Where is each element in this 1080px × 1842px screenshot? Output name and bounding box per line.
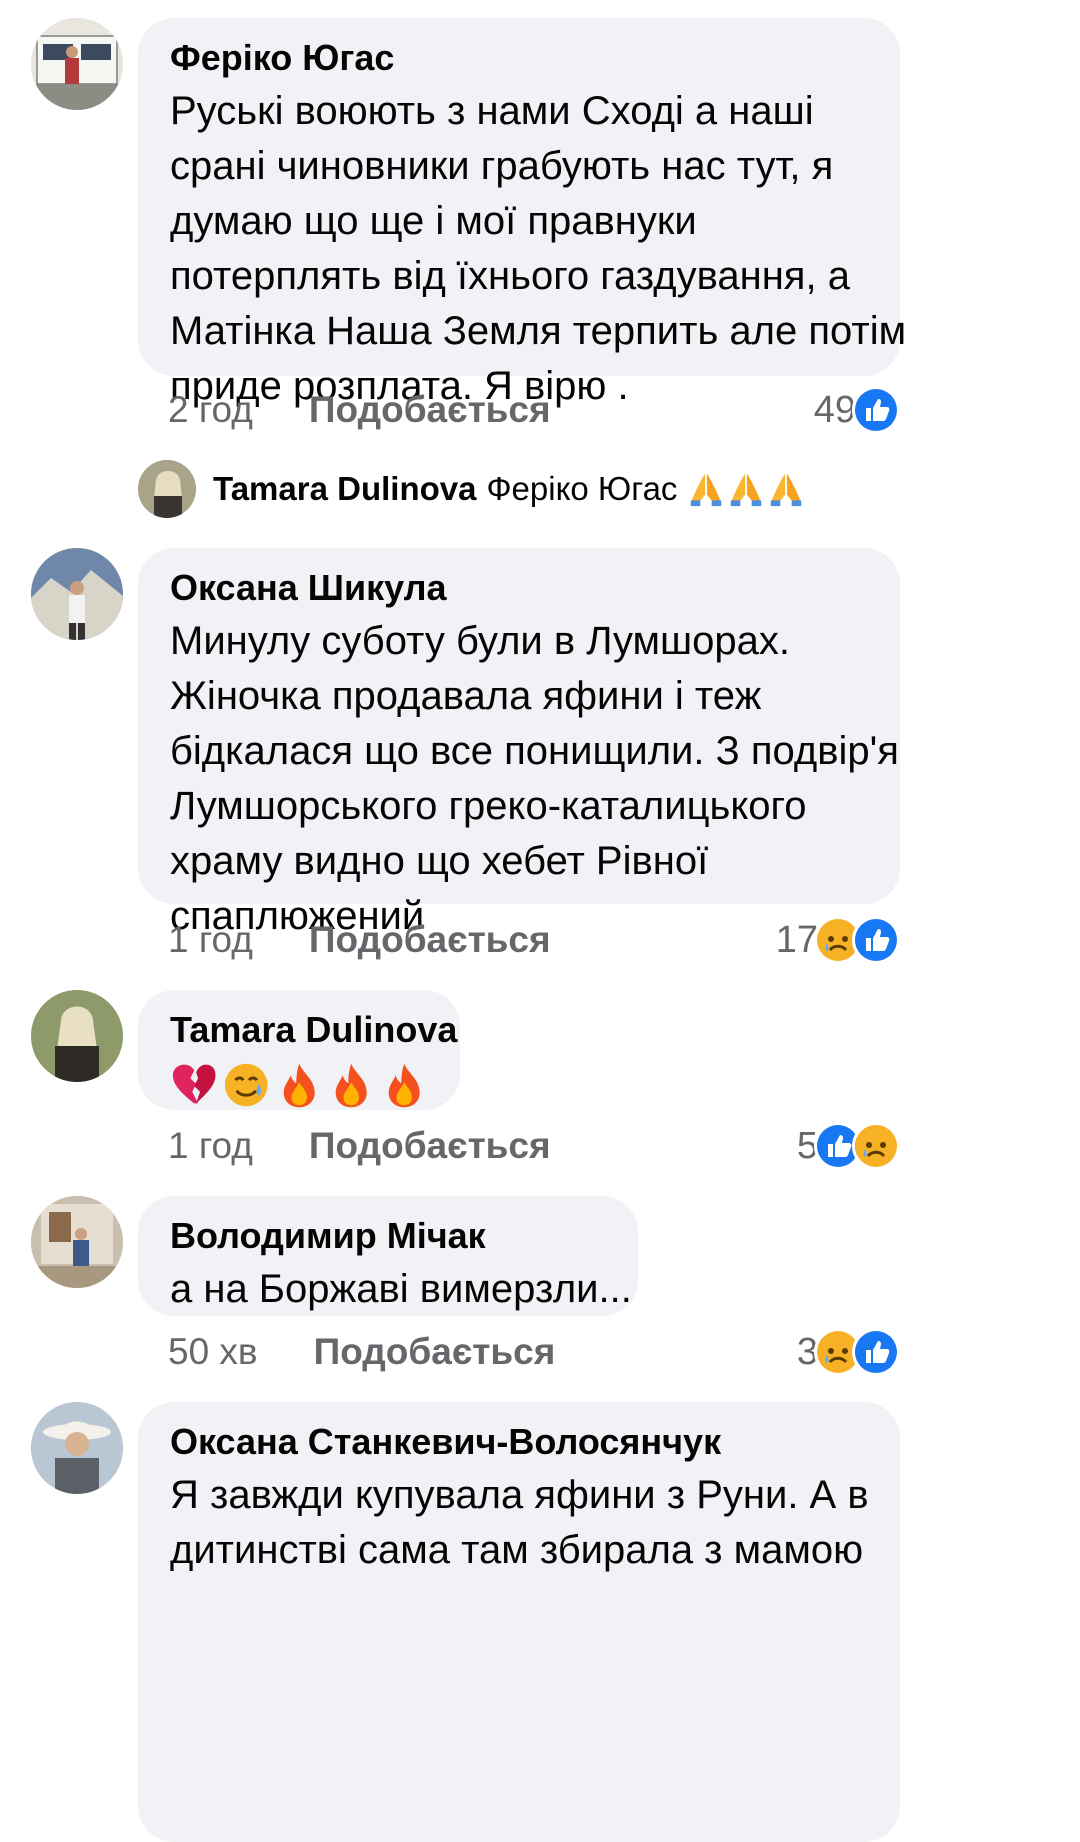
- comment-emojis: [170, 1060, 428, 1110]
- reaction-count: 49: [813, 388, 856, 431]
- comment-bubble: Tamara Dulinova: [138, 990, 460, 1110]
- reaction-summary[interactable]: 49: [813, 386, 900, 434]
- sad-icon: [852, 1122, 900, 1170]
- like-icon: [852, 916, 900, 964]
- like-icon: [852, 1328, 900, 1376]
- crying-smile-icon: [225, 1063, 268, 1107]
- reply-author[interactable]: Tamara Dulinova: [213, 470, 476, 508]
- comment-author[interactable]: Феріко Югас: [170, 36, 868, 80]
- reaction-count: 17: [775, 918, 818, 961]
- comment-text: а на Боржаві вимерзли...: [170, 1267, 632, 1311]
- like-icon: [852, 386, 900, 434]
- avatar[interactable]: [31, 548, 123, 640]
- comment-bubble: Оксана Станкевич-Волосянчук Я завжди куп…: [138, 1402, 900, 1842]
- like-button[interactable]: Подобається: [309, 389, 551, 430]
- comment-time[interactable]: 1 год: [168, 919, 253, 960]
- fire-icon: [388, 1063, 420, 1108]
- avatar[interactable]: [31, 1402, 123, 1494]
- comment-time[interactable]: 2 год: [168, 389, 253, 430]
- comment-meta: 1 год Подобається: [168, 918, 551, 962]
- avatar[interactable]: [138, 460, 196, 518]
- fire-icon: [283, 1063, 315, 1108]
- comment-author[interactable]: Оксана Станкевич-Волосянчук: [170, 1420, 868, 1464]
- comment-author[interactable]: Tamara Dulinova: [170, 1008, 457, 1052]
- comment-text: Я завжди купувала яфини з Руни. А в дити…: [170, 1473, 869, 1572]
- reaction-summary[interactable]: 3: [797, 1328, 900, 1376]
- comment-meta: 2 год Подобається: [168, 388, 551, 432]
- comment-text: Минулу суботу були в Лумшорах. Жіночка п…: [170, 619, 899, 938]
- broken-heart-icon: [172, 1064, 216, 1104]
- like-button[interactable]: Подобається: [309, 919, 551, 960]
- folded-hands-icon: [771, 473, 802, 507]
- avatar[interactable]: [31, 18, 123, 110]
- comment-meta: 50 хв Подобається: [168, 1330, 555, 1374]
- reply-emojis: [687, 470, 805, 508]
- comment-time[interactable]: 50 хв: [168, 1331, 258, 1372]
- reply-mention[interactable]: Феріко Югас: [486, 470, 677, 508]
- comment-author[interactable]: Володимир Мічак: [170, 1214, 606, 1258]
- like-button[interactable]: Подобається: [314, 1331, 556, 1372]
- avatar[interactable]: [31, 990, 123, 1082]
- comment-text: Руські воюють з нами Сході а наші срані …: [170, 89, 907, 408]
- comment-bubble: Володимир Мічак а на Боржаві вимерзли...: [138, 1196, 638, 1316]
- reaction-summary[interactable]: 17: [775, 916, 900, 964]
- reaction-summary[interactable]: 5: [797, 1122, 900, 1170]
- comment-bubble: Феріко Югас Руські воюють з нами Сході а…: [138, 18, 906, 408]
- folded-hands-icon: [731, 473, 762, 507]
- comment-time[interactable]: 1 год: [168, 1125, 253, 1166]
- like-button[interactable]: Подобається: [309, 1125, 551, 1166]
- comment-bubble: Оксана Шикула Минулу суботу були в Лумшо…: [138, 548, 900, 938]
- fire-icon: [335, 1063, 367, 1108]
- avatar[interactable]: [31, 1196, 123, 1288]
- reply-row: Tamara Dulinova Феріко Югас: [213, 466, 805, 512]
- comment-meta: 1 год Подобається: [168, 1124, 551, 1168]
- folded-hands-icon: [691, 473, 722, 507]
- comment-author[interactable]: Оксана Шикула: [170, 566, 868, 610]
